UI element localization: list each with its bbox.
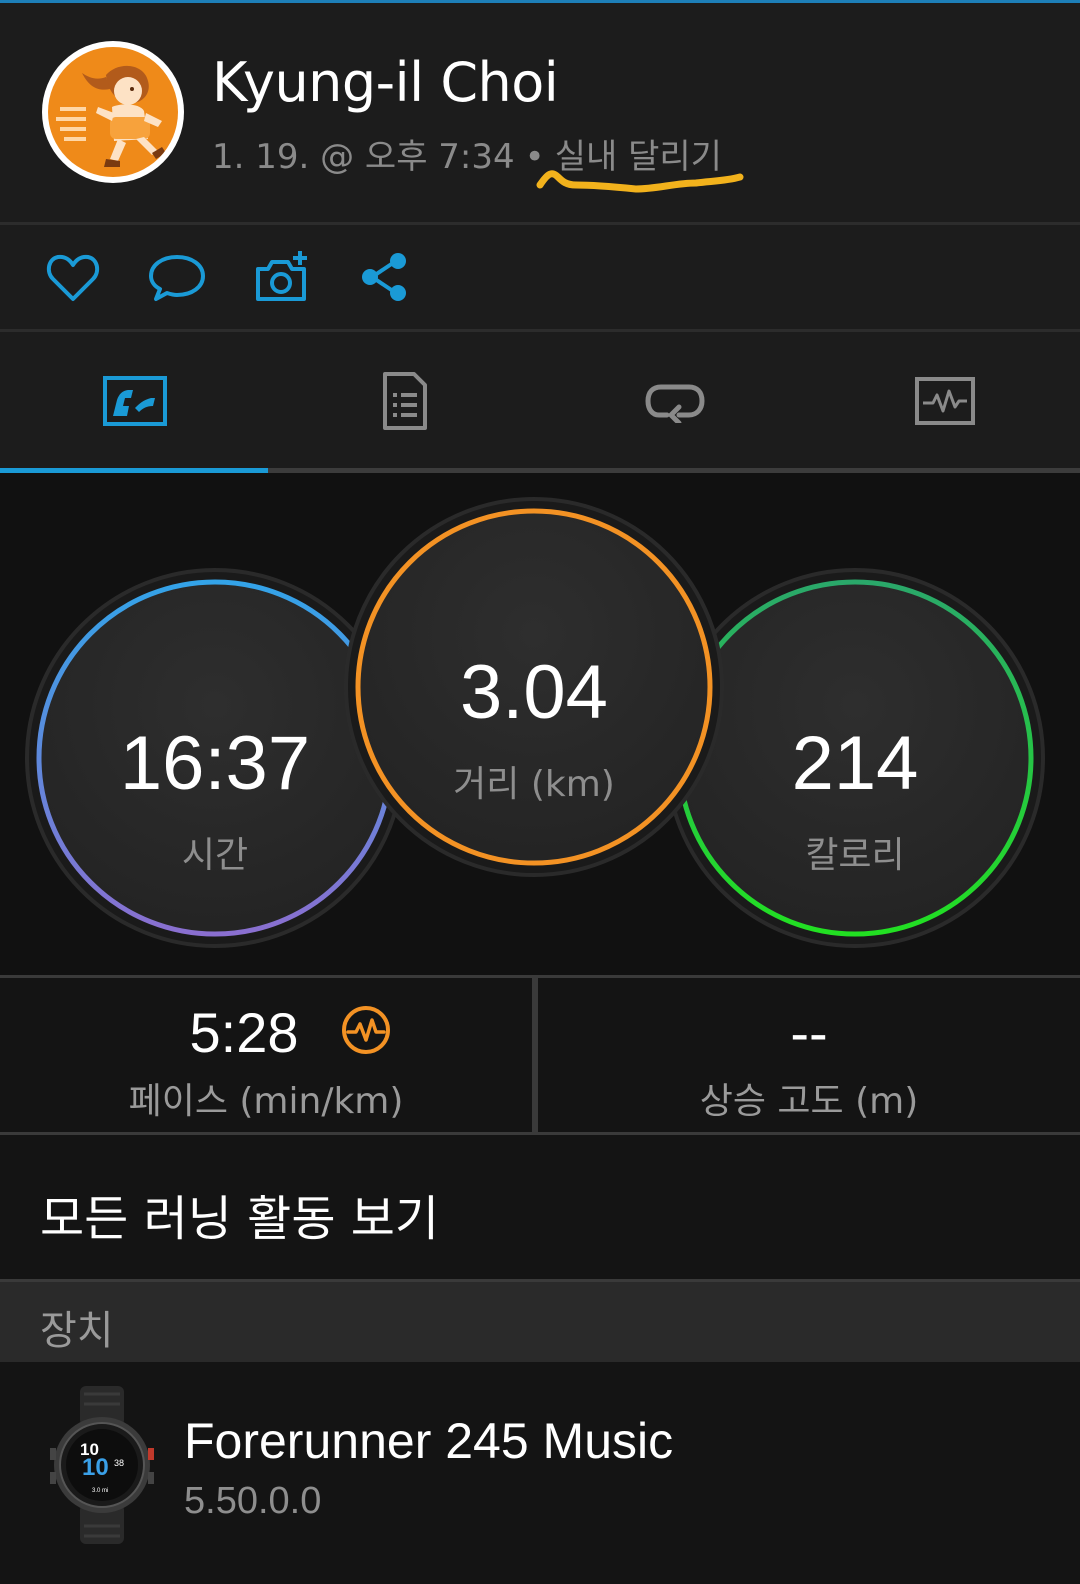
tab-charts[interactable] (810, 332, 1080, 470)
view-all-runs-link[interactable]: 모든 러닝 활동 보기 (0, 1135, 1080, 1279)
watch-seconds: 38 (114, 1458, 125, 1468)
elevation-label: 상승 고도 (m) (699, 1081, 919, 1122)
devices-section-title: 장치 (40, 1308, 114, 1354)
device-row[interactable]: 10 10 38 3.0 mi Forerunner 245 Music 5.5… (0, 1362, 1080, 1584)
tab-stats[interactable] (0, 332, 270, 470)
pace-value: 5:28 (189, 1001, 299, 1064)
handwritten-underline (536, 170, 744, 193)
pace-chart-icon[interactable] (340, 1004, 392, 1056)
watch-distance: 3.0 mi (92, 1488, 109, 1494)
watch-minute: 10 (82, 1454, 109, 1481)
tab-details[interactable] (270, 332, 540, 470)
time-label: 시간 (181, 835, 249, 876)
activity-date-time: 1. 19. @ 오후 7:34 (212, 137, 515, 177)
comment-icon[interactable] (148, 249, 206, 307)
stats-panel: 16:37 시간 3.04 거리 (km) 214 칼로리 (0, 473, 1080, 976)
charts-tab-icon (915, 377, 975, 425)
pace-cell: 5:28 페이스 (min/km) (0, 978, 532, 1132)
activity-header: Kyung-il Choi 1. 19. @ 오후 7:34 • 실내 달리기 (0, 3, 1080, 222)
add-photo-icon[interactable] (252, 249, 310, 307)
calories-value: 214 (791, 721, 919, 806)
pace-label: 페이스 (min/km) (128, 1081, 404, 1122)
device-name: Forerunner 245 Music (184, 1413, 674, 1469)
elevation-cell: -- 상승 고도 (m) (538, 978, 1080, 1132)
share-icon[interactable] (356, 249, 414, 307)
secondary-stats: 5:28 페이스 (min/km) -- 상승 고도 (m) (0, 978, 1080, 1132)
laps-tab-icon (645, 384, 705, 423)
time-value: 16:37 (119, 721, 311, 806)
distance-label: 거리 (km) (453, 764, 615, 805)
devices-section-header: 장치 (0, 1282, 1080, 1362)
elevation-value: -- (790, 1001, 828, 1064)
calories-stat: 214 칼로리 (679, 582, 1031, 934)
action-bar (0, 225, 1080, 329)
tab-laps[interactable] (540, 332, 810, 470)
details-tab-icon (383, 372, 427, 430)
avatar[interactable] (42, 41, 184, 183)
tab-bar (0, 332, 1080, 470)
distance-value: 3.04 (460, 650, 608, 735)
device-version: 5.50.0.0 (184, 1480, 322, 1522)
calories-label: 칼로리 (805, 835, 905, 876)
runner-avatar-icon (48, 47, 178, 177)
stats-tab-icon (103, 376, 167, 426)
heart-icon[interactable] (44, 249, 102, 307)
user-name[interactable]: Kyung-il Choi (212, 51, 559, 114)
distance-stat: 3.04 거리 (km) (358, 511, 710, 863)
view-all-runs-label: 모든 러닝 활동 보기 (40, 1191, 440, 1247)
time-stat: 16:37 시간 (39, 582, 391, 934)
